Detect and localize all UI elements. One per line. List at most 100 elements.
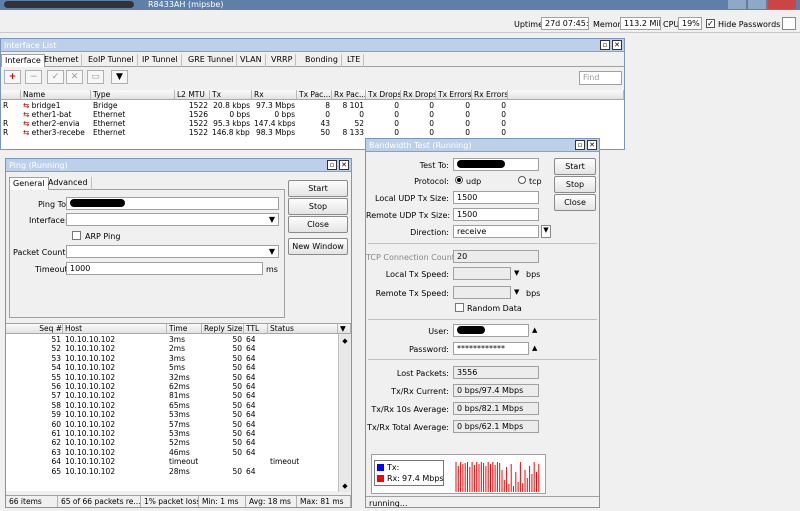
remove-icon[interactable]: − — [25, 70, 42, 84]
column-header[interactable]: Rx Errors — [472, 90, 508, 100]
column-header[interactable]: TTL — [244, 324, 268, 334]
tab-lte[interactable]: LTE — [344, 54, 365, 67]
column-header[interactable]: Rx Drops — [401, 90, 436, 100]
filter-icon[interactable]: ▼ — [111, 70, 128, 84]
start-button[interactable]: Start — [288, 180, 348, 197]
table-row[interactable]: 52 10.10.10.102 2ms 50 64 — [6, 344, 338, 353]
column-header[interactable]: Status — [268, 324, 338, 334]
close-button[interactable]: Close — [554, 194, 596, 211]
user-input[interactable] — [453, 324, 529, 337]
tab-advanced[interactable]: Advanced — [45, 177, 92, 190]
tab-ethernet[interactable]: Ethernet — [41, 54, 83, 67]
stop-button[interactable]: Stop — [288, 198, 348, 215]
column-header[interactable]: Type — [91, 90, 175, 100]
test-to-input[interactable] — [453, 158, 539, 171]
random-data-checkbox[interactable] — [455, 303, 464, 312]
table-row[interactable]: 58 10.10.10.102 65ms 50 64 — [6, 401, 338, 410]
table-row[interactable]: 65 10.10.10.102 28ms 50 64 — [6, 467, 338, 476]
arp-ping-checkbox[interactable] — [72, 231, 81, 240]
table-row[interactable]: R ⇆ ether3-recebe Ethernet 1522 146.8 kbps 98… — [1, 128, 624, 137]
remote-udp-input[interactable]: 1500 — [453, 208, 539, 221]
add-icon[interactable]: + — [4, 70, 21, 84]
column-header[interactable]: Tx — [210, 90, 252, 100]
table-row[interactable]: 59 10.10.10.102 53ms 50 64 — [6, 410, 338, 419]
table-row[interactable]: ⇆ ether1-bat Ethernet 1526 0 bps 0 bps 0 0 0 0 0 0 — [1, 110, 624, 119]
table-row[interactable]: 54 10.10.10.102 5ms 50 64 — [6, 363, 338, 372]
hide-passwords-checkbox[interactable]: ✓ — [706, 19, 715, 28]
restore-icon[interactable]: ▫ — [600, 40, 610, 50]
column-header[interactable]: Tx Errors — [436, 90, 472, 100]
table-row[interactable]: 56 10.10.10.102 62ms 50 64 — [6, 382, 338, 391]
table-row[interactable]: 53 10.10.10.102 3ms 50 64 — [6, 354, 338, 363]
tab-interface[interactable]: Interface — [1, 54, 45, 67]
column-header[interactable]: Tx Drops — [366, 90, 401, 100]
dropdown-icon[interactable]: ▼ — [514, 269, 519, 277]
scroll-thumb[interactable]: ◆ — [340, 482, 350, 490]
disable-icon[interactable]: ✕ — [66, 70, 83, 84]
comment-icon[interactable]: ▭ — [87, 70, 104, 84]
column-header[interactable]: Name — [21, 90, 91, 100]
tab-eoip-tunnel[interactable]: EoIP Tunnel — [85, 54, 138, 67]
tab-gre-tunnel[interactable]: GRE Tunnel — [185, 54, 238, 67]
scrollbar[interactable]: ◆ ◆ — [338, 334, 351, 492]
restore-icon[interactable]: ▫ — [327, 160, 337, 170]
interface-select[interactable]: ▼ — [66, 213, 279, 226]
table-row[interactable]: 57 10.10.10.102 81ms 50 64 — [6, 391, 338, 400]
find-input[interactable]: Find — [579, 71, 622, 85]
tab-ip-tunnel[interactable]: IP Tunnel — [139, 54, 182, 67]
close-icon[interactable]: ✕ — [587, 140, 597, 150]
lock-icon[interactable] — [782, 17, 796, 30]
dropdown-icon[interactable]: ▼ — [541, 225, 551, 238]
packet-count-select[interactable]: ▼ — [66, 245, 279, 258]
table-row[interactable]: R ⇆ ether2-envia Ethernet 1522 95.3 kbps 147.… — [1, 119, 624, 128]
minimize-icon[interactable] — [728, 0, 746, 9]
remote-tx-speed-input[interactable] — [453, 286, 511, 299]
direction-select[interactable]: receive — [453, 225, 539, 238]
dropdown-icon[interactable]: ▼ — [514, 288, 519, 296]
cell-rxe: 0 — [501, 110, 506, 119]
close-icon[interactable] — [768, 0, 796, 9]
column-header[interactable]: Rx Pac... — [332, 90, 366, 100]
new-window-button[interactable]: New Window — [288, 238, 348, 255]
column-header[interactable]: Seq # — [6, 324, 63, 334]
tab-bonding[interactable]: Bonding — [302, 54, 342, 67]
table-row[interactable]: R ⇆ bridge1 Bridge 1522 20.8 kbps 97.3 Mbps 8 8… — [1, 101, 624, 110]
collapse-icon[interactable]: ▲ — [532, 344, 537, 352]
collapse-icon[interactable]: ▲ — [532, 326, 537, 334]
enable-icon[interactable]: ✓ — [47, 70, 64, 84]
stop-button[interactable]: Stop — [554, 176, 596, 193]
column-header[interactable]: Time — [167, 324, 202, 334]
password-input[interactable]: ************ — [453, 342, 529, 355]
tab-general[interactable]: General — [9, 177, 49, 190]
column-header[interactable]: Tx Pac... — [297, 90, 332, 100]
table-row[interactable]: 62 10.10.10.102 52ms 50 64 — [6, 438, 338, 447]
table-row[interactable]: 63 10.10.10.102 46ms 50 64 — [6, 448, 338, 457]
tab-vrrp[interactable]: VRRP — [268, 54, 297, 67]
column-header[interactable]: Reply Size — [202, 324, 244, 334]
table-row[interactable]: 61 10.10.10.102 53ms 50 64 — [6, 429, 338, 438]
tcp-conn-input[interactable]: 20 — [453, 250, 539, 263]
local-tx-speed-input[interactable] — [453, 267, 511, 280]
table-row[interactable]: 51 10.10.10.102 3ms 50 64 — [6, 335, 338, 344]
column-menu-icon[interactable]: ▼ — [338, 324, 351, 334]
column-header[interactable]: Rx — [252, 90, 297, 100]
table-row[interactable]: 64 10.10.10.102 timeout timeout — [6, 457, 338, 466]
tab-vlan[interactable]: VLAN — [237, 54, 266, 67]
column-header[interactable] — [1, 90, 21, 100]
scroll-thumb[interactable]: ◆ — [340, 337, 350, 345]
maximize-icon[interactable] — [748, 0, 766, 9]
restore-icon[interactable]: ▫ — [575, 140, 585, 150]
table-row[interactable]: 55 10.10.10.102 32ms 50 64 — [6, 373, 338, 382]
protocol-udp-radio[interactable] — [455, 176, 463, 184]
protocol-tcp-radio[interactable] — [518, 176, 526, 184]
local-udp-input[interactable]: 1500 — [453, 191, 539, 204]
column-header[interactable]: L2 MTU — [175, 90, 210, 100]
close-icon[interactable]: ✕ — [612, 40, 622, 50]
timeout-input[interactable]: 1000 — [66, 262, 263, 275]
ping-to-input[interactable] — [66, 197, 279, 210]
start-button[interactable]: Start — [554, 158, 596, 175]
table-row[interactable]: 60 10.10.10.102 57ms 50 64 — [6, 420, 338, 429]
column-header[interactable]: Host — [63, 324, 167, 334]
close-icon[interactable]: ✕ — [339, 160, 349, 170]
close-button[interactable]: Close — [288, 216, 348, 233]
